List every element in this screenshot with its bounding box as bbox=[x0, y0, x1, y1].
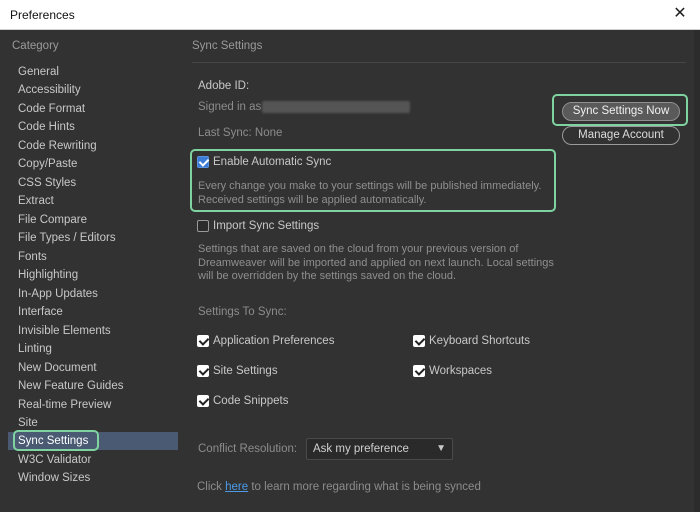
conflict-resolution-label: Conflict Resolution: bbox=[198, 443, 298, 455]
import-sync-settings-label: Import Sync Settings bbox=[213, 220, 320, 232]
application-preferences-checkbox[interactable] bbox=[197, 335, 209, 347]
signed-in-label: Signed in as bbox=[198, 101, 262, 113]
blurred-email bbox=[262, 101, 410, 113]
learn-more-link[interactable]: here bbox=[225, 481, 248, 493]
category-item-extract[interactable]: Extract bbox=[8, 192, 178, 210]
keyboard-shortcuts-label: Keyboard Shortcuts bbox=[429, 335, 531, 347]
workspaces-checkbox[interactable] bbox=[413, 365, 425, 377]
close-icon[interactable]: ✕ bbox=[670, 4, 690, 24]
category-header: Category bbox=[12, 40, 59, 52]
site-settings-label: Site Settings bbox=[213, 365, 278, 377]
category-item-code-rewriting[interactable]: Code Rewriting bbox=[8, 137, 178, 155]
footer-text: Click here to learn more regarding what … bbox=[197, 481, 481, 493]
code-snippets-label: Code Snippets bbox=[213, 395, 289, 407]
category-item-new-feature-guides[interactable]: New Feature Guides bbox=[8, 377, 178, 395]
import-sync-description: Settings that are saved on the cloud fro… bbox=[198, 243, 554, 284]
chevron-down-icon: ▼ bbox=[436, 443, 446, 454]
sync-settings-now-button[interactable]: Sync Settings Now bbox=[562, 102, 680, 121]
category-item-invisible-elements[interactable]: Invisible Elements bbox=[8, 322, 178, 340]
import-sync-settings-checkbox[interactable] bbox=[197, 220, 209, 232]
keyboard-shortcuts-checkbox[interactable] bbox=[413, 335, 425, 347]
category-item-file-types-editors[interactable]: File Types / Editors bbox=[8, 229, 178, 247]
auto-sync-description-line-1: Every change you make to your settings w… bbox=[198, 180, 542, 192]
manage-account-button[interactable]: Manage Account bbox=[562, 126, 680, 145]
title-bar: Preferences ✕ bbox=[0, 0, 700, 30]
category-item-css-styles[interactable]: CSS Styles bbox=[8, 174, 178, 192]
conflict-resolution-value: Ask my preference bbox=[313, 443, 409, 455]
category-item-interface[interactable]: Interface bbox=[8, 303, 178, 321]
footer-suffix: to learn more regarding what is being sy… bbox=[251, 481, 481, 493]
enable-automatic-sync-checkbox[interactable] bbox=[197, 156, 209, 168]
import-sync-description-line-3: will be overridden by the settings saved… bbox=[198, 270, 457, 282]
category-item-new-document[interactable]: New Document bbox=[8, 359, 178, 377]
category-item-site[interactable]: Site bbox=[8, 414, 178, 432]
window-edge bbox=[694, 30, 700, 512]
category-item-code-hints[interactable]: Code Hints bbox=[8, 118, 178, 136]
conflict-resolution-select[interactable]: Ask my preference ▼ bbox=[306, 438, 453, 460]
workspaces-label: Workspaces bbox=[429, 365, 493, 377]
import-sync-description-line-1: Settings that are saved on the cloud fro… bbox=[198, 243, 519, 255]
code-snippets-checkbox[interactable] bbox=[197, 395, 209, 407]
last-sync-text: Last Sync: None bbox=[198, 127, 283, 139]
auto-sync-description-line-2: Received settings will be applied automa… bbox=[198, 193, 427, 206]
adobe-id-label: Adobe ID: bbox=[198, 80, 250, 92]
category-item-w3c-validator[interactable]: W3C Validator bbox=[8, 451, 178, 469]
category-item-code-format[interactable]: Code Format bbox=[8, 100, 178, 118]
settings-to-sync-label: Settings To Sync: bbox=[198, 306, 287, 318]
category-item-in-app-updates[interactable]: In-App Updates bbox=[8, 285, 178, 303]
auto-sync-description: Every change you make to your settings w… bbox=[198, 180, 541, 207]
footer-prefix: Click bbox=[197, 481, 222, 493]
category-item-general[interactable]: General bbox=[8, 63, 178, 81]
enable-automatic-sync-label: Enable Automatic Sync bbox=[213, 156, 332, 168]
category-list: General Accessibility Code Format Code H… bbox=[8, 59, 178, 499]
category-item-copy-paste[interactable]: Copy/Paste bbox=[8, 155, 178, 173]
window-title: Preferences bbox=[10, 8, 75, 22]
divider bbox=[192, 62, 686, 63]
category-item-sync-settings[interactable]: Sync Settings bbox=[8, 432, 178, 450]
category-item-fonts[interactable]: Fonts bbox=[8, 248, 178, 266]
site-settings-checkbox[interactable] bbox=[197, 365, 209, 377]
category-item-file-compare[interactable]: File Compare bbox=[8, 211, 178, 229]
category-item-accessibility[interactable]: Accessibility bbox=[8, 81, 178, 99]
category-item-real-time-preview[interactable]: Real-time Preview bbox=[8, 396, 178, 414]
category-item-highlighting[interactable]: Highlighting bbox=[8, 266, 178, 284]
category-item-window-sizes[interactable]: Window Sizes bbox=[8, 469, 178, 487]
import-sync-description-line-2: Dreamweaver will be imported and applied… bbox=[198, 256, 554, 269]
application-preferences-label: Application Preferences bbox=[213, 335, 335, 347]
category-item-linting[interactable]: Linting bbox=[8, 340, 178, 358]
panel-title: Sync Settings bbox=[192, 40, 263, 52]
